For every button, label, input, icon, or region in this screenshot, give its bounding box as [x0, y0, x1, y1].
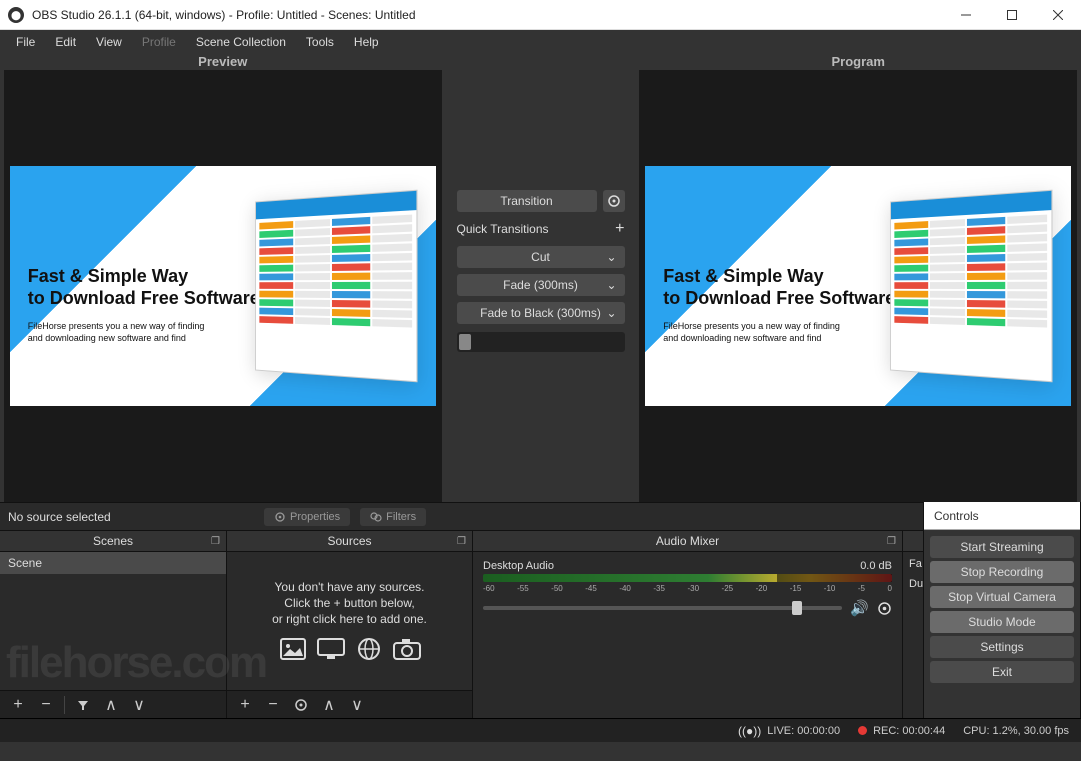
browser-source-icon: [354, 636, 384, 662]
add-source-button[interactable]: +: [231, 693, 259, 717]
controls-dock: Controls Start Streaming Stop Recording …: [923, 502, 1081, 718]
gear-icon: [294, 698, 308, 712]
studio-mode-button[interactable]: Studio Mode: [930, 611, 1074, 633]
quick-transitions-label: Quick Transitions: [457, 222, 549, 236]
controls-title: Controls: [924, 502, 1080, 530]
program-content: Fast & Simple Wayto Download Free Softwa…: [645, 166, 1071, 406]
quick-transition-cut[interactable]: Cut ⌄: [457, 246, 625, 268]
preview-content: Fast & Simple Wayto Download Free Softwa…: [10, 166, 436, 406]
audio-settings-button[interactable]: [877, 601, 892, 616]
preview-headline: Fast & Simple Wayto Download Free Softwa…: [28, 266, 260, 309]
audio-level-label: 0.0 dB: [860, 560, 892, 572]
popout-icon[interactable]: ❐: [457, 536, 466, 547]
t-bar-slider[interactable]: [457, 332, 625, 352]
chevron-down-icon: ⌄: [606, 250, 616, 264]
title-bar: ⬤ OBS Studio 26.1.1 (64-bit, windows) - …: [0, 0, 1081, 30]
start-streaming-button[interactable]: Start Streaming: [930, 536, 1074, 558]
sources-dock: Sources ❐ You don't have any sources. Cl…: [227, 530, 473, 718]
preview-program-area: Fast & Simple Wayto Download Free Softwa…: [0, 70, 1081, 502]
menu-help[interactable]: Help: [346, 33, 387, 51]
sources-empty[interactable]: You don't have any sources. Click the + …: [227, 552, 472, 690]
menu-scene-collection[interactable]: Scene Collection: [188, 33, 294, 51]
close-icon: [1053, 10, 1063, 20]
cpu-status: CPU: 1.2%, 30.00 fps: [963, 725, 1069, 737]
transition-column: Transition Quick Transitions + Cut ⌄ Fad…: [446, 70, 636, 502]
image-source-icon: [278, 636, 308, 662]
transition-settings-button[interactable]: [603, 190, 625, 212]
minimize-button[interactable]: [943, 0, 989, 30]
exit-button[interactable]: Exit: [930, 661, 1074, 683]
mixer-title: Audio Mixer: [656, 534, 719, 548]
stop-recording-button[interactable]: Stop Recording: [930, 561, 1074, 583]
camera-source-icon: [392, 636, 422, 662]
minimize-icon: [961, 10, 971, 20]
audio-mixer-dock: Audio Mixer ❐ Desktop Audio 0.0 dB -60-5…: [473, 530, 903, 718]
source-up-button[interactable]: ∧: [315, 693, 343, 717]
scenes-title: Scenes: [93, 534, 133, 548]
live-status: LIVE: 00:00:00: [767, 725, 840, 737]
display-source-icon: [316, 636, 346, 662]
stop-virtual-camera-button[interactable]: Stop Virtual Camera: [930, 586, 1074, 608]
transition-button[interactable]: Transition: [457, 190, 597, 212]
maximize-button[interactable]: [989, 0, 1035, 30]
scene-down-button[interactable]: ∨: [125, 693, 153, 717]
audio-ticks: -60-55-50-45-40-35-30-25-20-15-10-50: [483, 584, 892, 593]
add-quick-transition-button[interactable]: +: [615, 220, 624, 238]
close-button[interactable]: [1035, 0, 1081, 30]
docks-row: Scenes ❐ Scene + − ∧ ∨: [0, 530, 1081, 718]
add-scene-button[interactable]: +: [4, 693, 32, 717]
filters-icon: [370, 511, 382, 523]
settings-button[interactable]: Settings: [930, 636, 1074, 658]
scene-filters-button[interactable]: [69, 693, 97, 717]
program-panel[interactable]: Fast & Simple Wayto Download Free Softwa…: [636, 70, 1081, 502]
source-settings-button[interactable]: [287, 693, 315, 717]
preview-panel[interactable]: Fast & Simple Wayto Download Free Softwa…: [0, 70, 446, 502]
recording-indicator-icon: [858, 726, 867, 735]
app-icon: ⬤: [8, 7, 24, 23]
menu-edit[interactable]: Edit: [47, 33, 84, 51]
menu-bar: File Edit View Profile Scene Collection …: [0, 30, 1081, 54]
gear-icon: [607, 194, 621, 208]
volume-slider[interactable]: [483, 606, 842, 610]
quick-transition-fade-black[interactable]: Fade to Black (300ms) ⌄: [457, 302, 625, 324]
popout-icon[interactable]: ❐: [211, 536, 220, 547]
popout-icon[interactable]: ❐: [887, 536, 896, 547]
no-source-label: No source selected: [8, 510, 188, 524]
scene-item[interactable]: Scene: [0, 552, 226, 574]
maximize-icon: [1007, 10, 1017, 20]
remove-scene-button[interactable]: −: [32, 693, 60, 717]
rec-status: REC: 00:00:44: [873, 725, 945, 737]
window-title: OBS Studio 26.1.1 (64-bit, windows) - Pr…: [32, 8, 943, 22]
menu-file[interactable]: File: [8, 33, 43, 51]
remove-source-button[interactable]: −: [259, 693, 287, 717]
sources-title: Sources: [327, 534, 371, 548]
gear-icon: [274, 511, 286, 523]
slider-handle[interactable]: [459, 334, 471, 350]
scenes-dock: Scenes ❐ Scene + − ∧ ∨: [0, 530, 227, 718]
sources-toolbar: + − ∧ ∨: [227, 690, 472, 718]
source-info-bar: No source selected Properties Filters: [0, 502, 1081, 530]
chevron-down-icon: ⌄: [606, 278, 616, 292]
preview-program-labels: Preview Program: [0, 54, 1081, 70]
menu-profile[interactable]: Profile: [134, 33, 184, 51]
menu-tools[interactable]: Tools: [298, 33, 342, 51]
audio-track-label: Desktop Audio: [483, 560, 554, 572]
source-down-button[interactable]: ∨: [343, 693, 371, 717]
scenes-toolbar: + − ∧ ∨: [0, 690, 226, 718]
program-label: Program: [636, 54, 1081, 70]
broadcast-icon: ((●)): [738, 724, 761, 738]
speaker-icon[interactable]: 🔊: [850, 599, 869, 617]
filter-icon: [76, 698, 90, 712]
filters-button[interactable]: Filters: [360, 508, 426, 526]
audio-meter: [483, 574, 892, 582]
preview-subtext: FileHorse presents you a new way of find…: [28, 321, 260, 344]
properties-button[interactable]: Properties: [264, 508, 350, 526]
menu-view[interactable]: View: [88, 33, 130, 51]
preview-label: Preview: [0, 54, 446, 70]
chevron-down-icon: ⌄: [606, 306, 616, 320]
status-bar: ((●)) LIVE: 00:00:00 REC: 00:00:44 CPU: …: [0, 718, 1081, 742]
quick-transition-fade[interactable]: Fade (300ms) ⌄: [457, 274, 625, 296]
scene-up-button[interactable]: ∧: [97, 693, 125, 717]
gear-icon: [877, 601, 892, 616]
